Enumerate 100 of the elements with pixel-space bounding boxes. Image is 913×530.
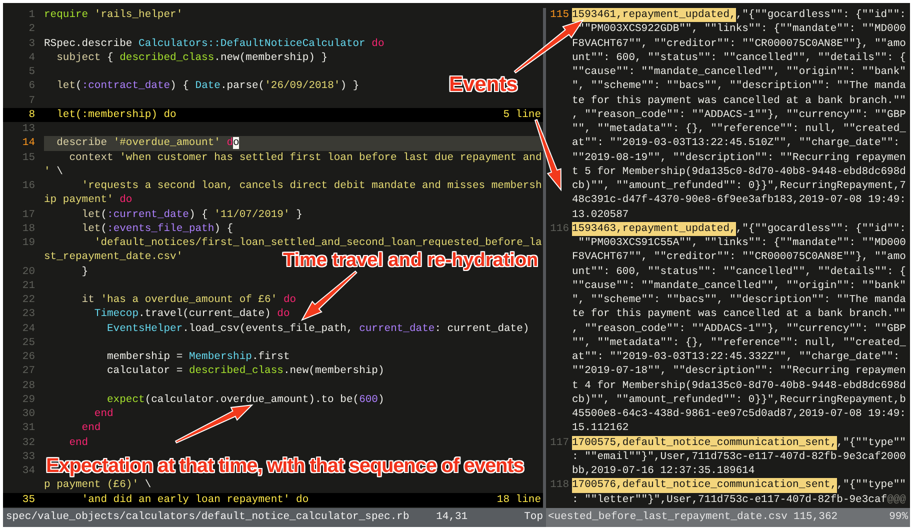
code-line: let(:current_date) { '11/07/2019' }	[80, 208, 302, 222]
line-number: 25	[22, 336, 35, 350]
code-line: ip payment' do	[44, 193, 132, 208]
fold-line-count: 5 line	[503, 108, 542, 122]
code-line: }	[80, 264, 88, 279]
code-line: 48c391c-d47f-4370-90e8-6f9ee3afb183,2019-07-08 19:49:	[572, 193, 906, 208]
code-line: expect(calculator.overdue_amount).to be(600)	[106, 392, 384, 407]
line-number: 24	[22, 322, 35, 336]
fold-bar[interactable]: 8 let(:membership) do 5 line	[3, 108, 543, 122]
code-line: t 5 for Membership(9da135c0-8d70-40b8-9448-ebd8dc698d	[572, 164, 906, 179]
line-number: 34	[22, 464, 35, 478]
code-line: , ""reason_code"": ""ADDACS-1""}, ""currency"": ""GBP	[572, 322, 906, 336]
code-line: let(:contract_date) { Date.parse('26/09/2018') }	[56, 79, 360, 94]
line-number: 16	[22, 179, 35, 194]
code-line: cb)"", ""amount_refunded"": 0}}",RecurringRepayment,7	[572, 179, 906, 194]
code-line: require 'rails_helper'	[44, 8, 183, 22]
cursor-position: 14,31	[436, 510, 469, 525]
code-line: t 4 for Membership(9da135c0-8d70-40b8-9448-ebd8dc698d	[572, 378, 906, 393]
line-number: 30	[22, 407, 35, 422]
code-line: : ""letter""}",User,711d753c-e117-407d-82fb-9e3caf	[572, 492, 888, 507]
line-number: 19	[22, 236, 35, 250]
code-line: st_repayment_date.csv'	[44, 250, 183, 264]
code-line: ""cause"": ""mandate_cancelled"", ""origin"": ""bank"	[572, 278, 906, 293]
line-number: 26	[22, 350, 35, 364]
scroll-position: 99%	[889, 510, 908, 525]
code-line: RSpec.describe Calculators::DefaultNoticeCalculator do	[44, 36, 384, 51]
line-number: 21	[22, 278, 35, 293]
code-line: ", ""scheme"": ""bacs"", ""description"": ""The manda	[572, 79, 906, 94]
fold-bar[interactable]: 35 'and did an early loan repayment' do 18 line	[3, 492, 543, 507]
search-match: 1700575,default_notice_communication_sent,	[572, 436, 837, 450]
file-path: spec/value_objects/calculators/default_notice_calculator_spec.rb	[6, 510, 410, 525]
code-line: calculator = described_class.new(membership)	[106, 364, 384, 378]
code-line: ""cause"": ""mandate_cancelled"", ""origin"": ""bank"	[572, 65, 906, 80]
code-line: "", ""metadata"": {}, ""reference"": null, ""created_	[572, 336, 906, 350]
code-line: end	[80, 421, 101, 436]
code-line: ,"{""gocardless"": {""id"":	[736, 8, 906, 22]
search-match: 1700576,default_notice_communication_sent,	[572, 478, 837, 492]
code-line: ,"{""gocardless"": {""id"":	[736, 222, 906, 236]
code-line: Timecop.travel(current_date) do	[93, 307, 290, 322]
code-line: 45500e8-64c3-438d-9861-ee97c5d0ad87,2019-07-08 19:49:	[572, 407, 906, 422]
code-line: p payment (£6)' \	[44, 478, 152, 492]
line-number: 27	[22, 364, 35, 378]
line-number: 4	[28, 50, 35, 65]
code-line: F8VACHT67"", ""creditor"": ""CR000075C0AN8E""}, ""amo	[572, 250, 906, 264]
code-line: F8VACHT67"", ""creditor"": ""CR000075C0AN8E""}, ""amo	[572, 36, 906, 51]
line-number: 117	[550, 436, 569, 450]
code-line: EventsHelper.load_csv(events_file_path, current_date: current_date)	[106, 322, 530, 336]
code-line: te for this payment was cancelled at a bank branch.""	[572, 307, 906, 322]
line-number: 35	[21, 492, 36, 507]
line-number: 20	[22, 264, 35, 279]
code-line: ", ""scheme"": ""bacs"", ""description"": ""The manda	[572, 293, 906, 308]
cursor-position: 115,362	[793, 510, 838, 525]
fold-text: 'and did an early loan repayment' do	[80, 492, 309, 507]
code-line: membership = Membership.first	[106, 350, 290, 364]
code-line: te for this payment was cancelled at a bank branch.""	[572, 94, 906, 108]
code-line: ""PM003XCS922GDB"", ""links"": {""mandate"": ""MD000	[577, 22, 906, 36]
line-number: 1	[28, 8, 35, 22]
truncation-marker: @@@	[887, 492, 906, 507]
file-path: <uested_before_last_repayment_date.csv	[548, 510, 788, 525]
line-number: 32	[22, 436, 35, 450]
code-line: ,"{""type""	[836, 478, 906, 492]
code-line: ' \	[44, 164, 63, 179]
line-number: 118	[550, 478, 569, 492]
code-line: "", ""metadata"": {}, ""reference"": null, ""created_	[572, 122, 906, 136]
line-number: 8	[28, 108, 36, 122]
scroll-position: Top	[524, 510, 543, 525]
search-match: 1593463,repayment_updated,	[572, 222, 736, 236]
arrow	[300, 270, 358, 321]
code-line: ,"{""type""	[836, 436, 906, 450]
search-match: 1593461,repayment_updated,	[572, 8, 736, 22]
annotation-label: Expectation at that time, with that sequence of events	[46, 456, 524, 476]
code-line: let(:events_file_path) {	[80, 222, 234, 236]
code-line: unt"": 600, ""status"": ""cancelled"", ""details"": {	[572, 264, 906, 279]
code-line: end	[93, 407, 114, 422]
line-number: 14	[22, 136, 35, 150]
line-number: 31	[22, 421, 35, 436]
code-line: cb)"", ""amount_refunded"": 0}}",RecurringRepayment,b	[572, 392, 906, 407]
line-number: 6	[28, 79, 35, 94]
line-number: 22	[22, 293, 35, 308]
line-number: 7	[28, 94, 35, 108]
line-number: 17	[22, 208, 35, 222]
code-line: end	[68, 436, 88, 450]
line-number: 3	[28, 36, 35, 51]
code-line: subject { described_class.new(membership) }	[56, 50, 328, 65]
line-number: 116	[550, 222, 569, 236]
code-line: it 'has a overdue_amount of £6' do	[80, 293, 296, 308]
code-line: at"": ""2019-03-03T13:22:45.332Z"", ""charge_date"":	[572, 350, 900, 364]
annotation-label: Events	[449, 74, 518, 95]
line-number: 2	[28, 22, 35, 36]
code-line: at"": ""2019-03-03T13:22:45.510Z"", ""charge_date"":	[572, 136, 900, 150]
code-line: 15.112162	[572, 421, 629, 436]
code-line: 13.020587	[572, 208, 629, 222]
line-number: 5	[28, 65, 35, 80]
code-line: ""PM003XCS91C55A"", ""links"": {""mandate"": ""MD000	[577, 236, 906, 250]
code-line: : ""email""}",User,711d753c-e117-407d-82fb-9e3caf2000	[572, 450, 906, 464]
code-line: 'default_notices/first_loan_settled_and_second_loan_requested_before_la	[93, 236, 542, 250]
code-line: ""2019-08-19"", ""description"": ""Recurring repaymen	[572, 150, 906, 165]
code-line: context 'when customer has settled first loan before last due repayment and	[68, 150, 542, 165]
fold-text: let(:membership) do	[56, 108, 176, 122]
code-line: , ""reason_code"": ""ADDACS-1""}, ""currency"": ""GBP	[572, 108, 906, 122]
